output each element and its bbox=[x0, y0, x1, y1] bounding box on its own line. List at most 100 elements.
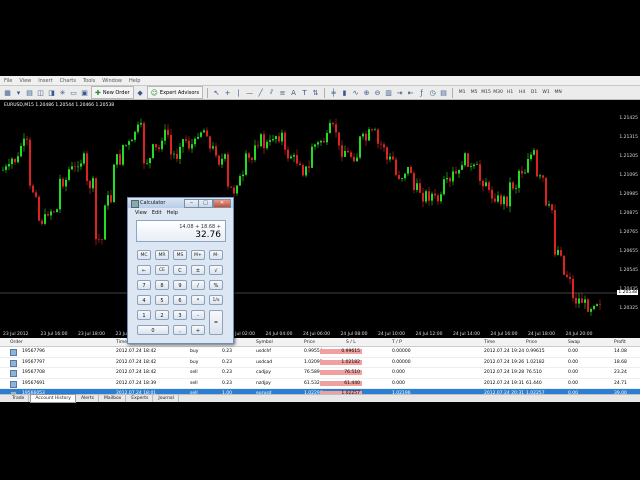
menu-insert[interactable]: Insert bbox=[38, 78, 52, 84]
horizontal-line-icon[interactable]: — bbox=[245, 88, 254, 97]
tile-windows-icon[interactable]: ▥ bbox=[384, 88, 393, 97]
key-mc[interactable]: MC bbox=[137, 250, 151, 260]
tab-alerts[interactable]: Alerts bbox=[77, 395, 99, 402]
key-4[interactable]: 4 bbox=[137, 295, 151, 305]
arrows-icon[interactable]: ⇅ bbox=[311, 88, 320, 97]
tester-icon[interactable]: ▣ bbox=[80, 88, 89, 97]
key-equals[interactable]: = bbox=[209, 310, 223, 335]
metaeditor-icon[interactable]: ◆ bbox=[136, 88, 145, 97]
new-chart-icon[interactable]: ▦ bbox=[3, 88, 12, 97]
key-m-minus[interactable]: M- bbox=[209, 250, 223, 260]
table-row[interactable]: 19567797 2012.07.24 18:42 buy 0.23 usdcad 1.0… bbox=[0, 358, 640, 368]
line-chart-icon[interactable]: ∿ bbox=[351, 88, 360, 97]
periods-icon[interactable]: ◷ bbox=[428, 88, 437, 97]
bar-chart-icon[interactable]: ╪ bbox=[329, 88, 338, 97]
tab-trade[interactable]: Trade bbox=[8, 395, 30, 402]
menu-help[interactable]: Help bbox=[129, 78, 140, 84]
timeframe-m1[interactable]: M1 bbox=[457, 90, 467, 95]
col-time[interactable]: Time bbox=[116, 340, 127, 345]
key-m-plus[interactable]: M+ bbox=[191, 250, 205, 260]
timeframe-h4[interactable]: H4 bbox=[517, 90, 527, 95]
col-symbol[interactable]: Symbol bbox=[256, 340, 273, 345]
key-3[interactable]: 3 bbox=[173, 310, 187, 320]
col-swap[interactable]: Swap bbox=[568, 340, 580, 345]
col-tp[interactable]: T / P bbox=[392, 340, 402, 345]
trendline-icon[interactable]: ╱ bbox=[256, 88, 265, 97]
crosshair-icon[interactable]: + bbox=[223, 88, 232, 97]
timeframe-mn[interactable]: MN bbox=[553, 90, 563, 95]
col-price[interactable]: Price bbox=[304, 340, 315, 345]
terminal-icon[interactable]: ▭ bbox=[69, 88, 78, 97]
chart-shift-icon[interactable]: ⇤ bbox=[406, 88, 415, 97]
candlestick-icon[interactable]: ▮ bbox=[340, 88, 349, 97]
menu-charts[interactable]: Charts bbox=[60, 78, 76, 84]
col-close-time[interactable]: Time bbox=[484, 340, 495, 345]
key-7[interactable]: 7 bbox=[137, 280, 151, 290]
key-ce[interactable]: CE bbox=[155, 265, 169, 275]
key-multiply[interactable]: * bbox=[191, 295, 205, 305]
key-divide[interactable]: / bbox=[191, 280, 205, 290]
key-6[interactable]: 6 bbox=[173, 295, 187, 305]
key-1[interactable]: 1 bbox=[137, 310, 151, 320]
menu-window[interactable]: Window bbox=[102, 78, 122, 84]
key-subtract[interactable]: - bbox=[191, 310, 205, 320]
tab-journal[interactable]: Journal bbox=[154, 395, 179, 402]
text-icon[interactable]: A bbox=[289, 88, 298, 97]
timeframe-m15[interactable]: M15 bbox=[481, 90, 491, 95]
key-backspace[interactable]: ← bbox=[137, 265, 151, 275]
price-chart[interactable]: EURUSD,M15 1.20486 1.20544 1.20466 1.205… bbox=[0, 100, 640, 338]
market-watch-icon[interactable]: ◫ bbox=[36, 88, 45, 97]
tab-mailbox[interactable]: Mailbox bbox=[100, 395, 127, 402]
col-order[interactable]: Order bbox=[10, 340, 23, 345]
key-8[interactable]: 8 bbox=[155, 280, 169, 290]
zoom-out-icon[interactable]: ⊖ bbox=[373, 88, 382, 97]
calc-menu-help[interactable]: Help bbox=[167, 210, 178, 216]
autoscroll-icon[interactable]: ⇥ bbox=[395, 88, 404, 97]
vertical-line-icon[interactable]: | bbox=[234, 88, 243, 97]
minimize-button[interactable]: ‒ bbox=[184, 199, 199, 208]
key-sqrt[interactable]: √ bbox=[209, 265, 223, 275]
col-close-price[interactable]: Price bbox=[526, 340, 537, 345]
key-plus-minus[interactable]: ± bbox=[191, 265, 205, 275]
channel-icon[interactable]: ⫽ bbox=[267, 88, 276, 97]
menu-view[interactable]: View bbox=[19, 78, 31, 84]
timeframe-m30[interactable]: M30 bbox=[493, 90, 503, 95]
col-profit[interactable]: Profit bbox=[614, 340, 626, 345]
timeframe-d1[interactable]: D1 bbox=[529, 90, 539, 95]
cursor-icon[interactable]: ↖ bbox=[212, 88, 221, 97]
fibonacci-icon[interactable]: ≡ bbox=[278, 88, 287, 97]
chart-arrow-icon[interactable]: ▾ bbox=[14, 88, 23, 97]
maximize-button[interactable]: □ bbox=[198, 199, 213, 208]
key-0[interactable]: 0 bbox=[137, 325, 169, 335]
table-row[interactable]: 19567691 2012.07.24 18:39 sell 0.23 nzdjpy 61… bbox=[0, 379, 640, 389]
new-order-button[interactable]: ✚ New Order bbox=[91, 86, 134, 99]
tab-experts[interactable]: Experts bbox=[127, 395, 154, 402]
expert-advisors-button[interactable]: ☺ Expert Advisors bbox=[146, 86, 204, 99]
key-add[interactable]: + bbox=[191, 325, 205, 335]
data-window-icon[interactable]: ◨ bbox=[47, 88, 56, 97]
key-mr[interactable]: MR bbox=[155, 250, 169, 260]
key-2[interactable]: 2 bbox=[155, 310, 169, 320]
timeframe-h1[interactable]: H1 bbox=[505, 90, 515, 95]
key-c[interactable]: C bbox=[173, 265, 187, 275]
timeframe-w1[interactable]: W1 bbox=[541, 90, 551, 95]
calculator-title-bar[interactable]: Calculator ‒ □ ✕ bbox=[128, 198, 233, 208]
calc-menu-view[interactable]: View bbox=[135, 210, 147, 216]
calc-menu-edit[interactable]: Edit bbox=[152, 210, 162, 216]
menu-tools[interactable]: Tools bbox=[83, 78, 95, 84]
timeframe-m5[interactable]: M5 bbox=[469, 90, 479, 95]
indicators-icon[interactable]: ƒ bbox=[417, 88, 426, 97]
key-reciprocal[interactable]: 1/x bbox=[209, 295, 223, 305]
key-ms[interactable]: MS bbox=[173, 250, 187, 260]
key-percent[interactable]: % bbox=[209, 280, 223, 290]
col-sl[interactable]: S / L bbox=[346, 340, 356, 345]
key-9[interactable]: 9 bbox=[173, 280, 187, 290]
label-icon[interactable]: T bbox=[300, 88, 309, 97]
zoom-in-icon[interactable]: ⊕ bbox=[362, 88, 371, 97]
key-5[interactable]: 5 bbox=[155, 295, 169, 305]
table-row[interactable]: 19567708 2012.07.24 18:42 sell 0.23 cadjpy 76… bbox=[0, 368, 640, 379]
templates-icon[interactable]: ▤ bbox=[439, 88, 448, 97]
profiles-icon[interactable]: ▤ bbox=[25, 88, 34, 97]
table-row[interactable]: 19567796 2012.07.24 18:42 buy 0.23 usdchf 0.9… bbox=[0, 347, 640, 358]
key-decimal[interactable]: , bbox=[173, 325, 187, 335]
